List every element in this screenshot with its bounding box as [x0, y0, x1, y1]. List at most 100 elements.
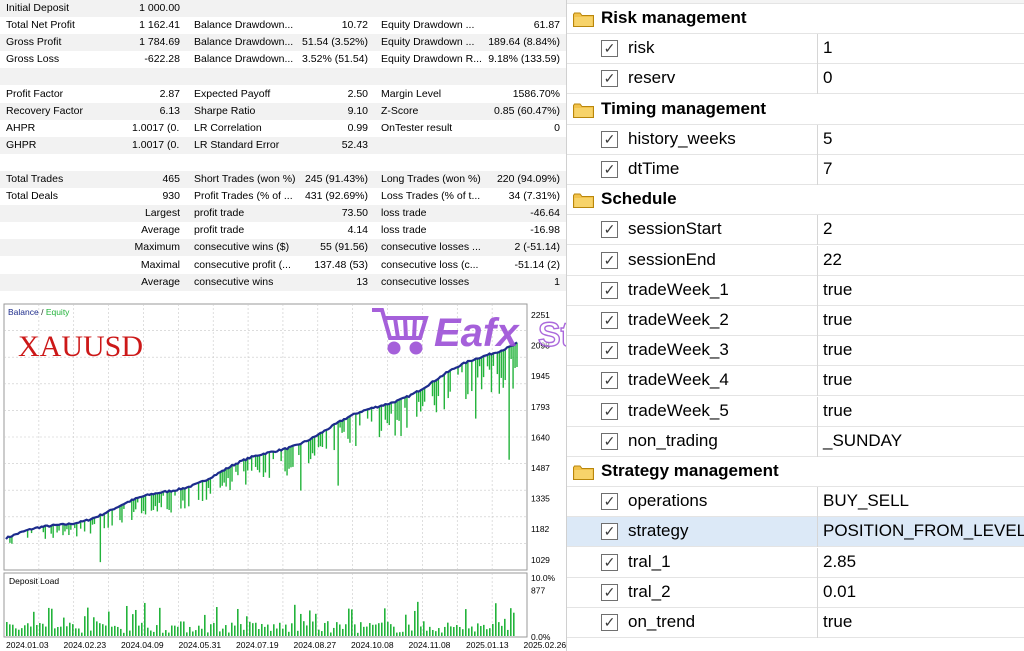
param-row-reserv[interactable]: ✓ reserv 0	[567, 64, 1024, 95]
svg-text:Balance / Equity: Balance / Equity	[8, 307, 70, 317]
param-checkbox[interactable]: ✓	[601, 402, 618, 420]
load-bar	[294, 604, 296, 636]
param-row-dttime[interactable]: ✓ dtTime 7	[567, 155, 1024, 185]
param-value[interactable]: true	[823, 612, 852, 632]
load-bar	[435, 631, 437, 636]
load-bar	[120, 628, 122, 636]
param-checkbox[interactable]: ✓	[601, 161, 618, 178]
param-value[interactable]: 1	[823, 38, 832, 58]
param-row-tradeweek-5[interactable]: ✓ tradeWeek_5 true	[567, 396, 1024, 427]
load-bar	[219, 631, 221, 636]
param-checkbox[interactable]: ✓	[601, 493, 618, 511]
param-row-on-trend[interactable]: ✓ on_trend true	[567, 608, 1024, 638]
param-row-tradeweek-4[interactable]: ✓ tradeWeek_4 true	[567, 366, 1024, 397]
load-bar	[387, 621, 389, 636]
param-checkbox[interactable]: ✓	[601, 342, 618, 360]
load-bar	[402, 631, 404, 636]
param-row-strategy[interactable]: ✓ strategy POSITION_FROM_LEVEL	[567, 517, 1024, 548]
param-checkbox[interactable]: ✓	[601, 221, 618, 239]
load-bar	[321, 631, 323, 636]
load-bar	[297, 630, 299, 636]
load-bar	[201, 628, 203, 636]
report-cell: 1.0017 (0.17...	[132, 138, 180, 151]
load-bar	[183, 621, 185, 636]
param-checkbox[interactable]: ✓	[601, 312, 618, 329]
inputs-parameters-table: Risk management ✓ risk 1 ✓ reserv 0 Timing mana…	[566, 0, 1024, 651]
param-group-header[interactable]: Risk management	[567, 4, 1024, 34]
param-checkbox[interactable]: ✓	[601, 70, 618, 88]
column-divider	[817, 608, 818, 638]
param-row-history-weeks[interactable]: ✓ history_weeks 5	[567, 124, 1024, 155]
param-checkbox[interactable]: ✓	[601, 130, 618, 148]
load-bar	[270, 630, 272, 636]
report-cell: Long Trades (won %)	[381, 173, 481, 185]
load-bar	[411, 630, 413, 636]
param-value[interactable]: true	[823, 401, 852, 421]
param-checkbox[interactable]: ✓	[601, 432, 618, 450]
report-cell: Z-Score	[381, 104, 419, 117]
load-tick-label: 10.0%	[531, 573, 556, 583]
param-row-sessionend[interactable]: ✓ sessionEnd 22	[567, 245, 1024, 276]
param-row-operations[interactable]: ✓ operations BUY_SELL	[567, 487, 1024, 518]
param-checkbox[interactable]: ✓	[601, 372, 618, 390]
param-checkbox[interactable]: ✓	[601, 251, 618, 269]
param-checkbox[interactable]: ✓	[601, 281, 618, 299]
report-cell: 4.14	[347, 224, 368, 237]
param-row-tradeweek-1[interactable]: ✓ tradeWeek_1 true	[567, 275, 1024, 306]
param-value[interactable]: 0.01	[823, 582, 856, 602]
param-row-risk[interactable]: ✓ risk 1	[567, 34, 1024, 65]
report-cell: Total Trades	[6, 173, 64, 185]
load-bar	[333, 627, 335, 636]
load-bar	[126, 605, 128, 636]
param-row-sessionstart[interactable]: ✓ sessionStart 2	[567, 215, 1024, 246]
load-bar	[408, 624, 410, 636]
param-checkbox[interactable]: ✓	[601, 523, 618, 541]
param-value[interactable]: true	[823, 280, 852, 300]
param-value[interactable]: 2	[823, 219, 832, 239]
load-bar	[453, 627, 455, 636]
param-row-tral-1[interactable]: ✓ tral_1 2.85	[567, 547, 1024, 578]
param-value[interactable]: 5	[823, 129, 832, 149]
legend-balance: Balance	[8, 307, 39, 317]
param-group-header[interactable]: Strategy management	[567, 457, 1024, 487]
load-bar	[234, 625, 236, 636]
load-bar	[279, 622, 281, 636]
param-group-title: Schedule	[601, 189, 677, 209]
load-bar	[222, 628, 224, 636]
param-row-non-trading[interactable]: ✓ non_trading _SUNDAY	[567, 426, 1024, 457]
param-value[interactable]: _SUNDAY	[823, 431, 902, 451]
load-bar	[339, 624, 341, 636]
load-bar	[111, 626, 113, 636]
param-checkbox[interactable]: ✓	[601, 614, 618, 631]
load-bar	[93, 617, 95, 636]
param-checkbox[interactable]: ✓	[601, 40, 618, 58]
load-bar	[132, 614, 134, 636]
param-checkbox[interactable]: ✓	[601, 583, 618, 601]
param-value[interactable]: 2.85	[823, 552, 856, 572]
param-row-tradeweek-3[interactable]: ✓ tradeWeek_3 true	[567, 336, 1024, 367]
report-cell: 0	[554, 121, 560, 134]
param-value[interactable]: true	[823, 340, 852, 360]
load-bar	[210, 624, 212, 636]
param-group-header[interactable]: Timing management	[567, 95, 1024, 125]
folder-icon	[573, 465, 594, 480]
load-bar	[273, 624, 275, 636]
param-value[interactable]: 22	[823, 250, 842, 270]
param-checkbox[interactable]: ✓	[601, 553, 618, 571]
param-value[interactable]: POSITION_FROM_LEVEL	[823, 521, 1024, 541]
report-cell: Average	[141, 224, 180, 237]
param-value[interactable]: true	[823, 310, 852, 330]
param-group-title: Timing management	[601, 98, 766, 118]
load-bar	[189, 626, 191, 636]
report-cell: Total Deals	[6, 190, 58, 203]
param-value[interactable]: BUY_SELL	[823, 491, 909, 511]
param-value[interactable]: true	[823, 370, 852, 390]
param-value[interactable]: 0	[823, 68, 832, 88]
load-bar	[441, 632, 443, 636]
param-row-tral-2[interactable]: ✓ tral_2 0.01	[567, 577, 1024, 608]
param-row-tradeweek-2[interactable]: ✓ tradeWeek_2 true	[567, 306, 1024, 336]
param-value[interactable]: 7	[823, 159, 832, 179]
param-group-header[interactable]: Schedule	[567, 185, 1024, 216]
load-bar	[180, 621, 182, 636]
load-bar	[66, 626, 68, 636]
